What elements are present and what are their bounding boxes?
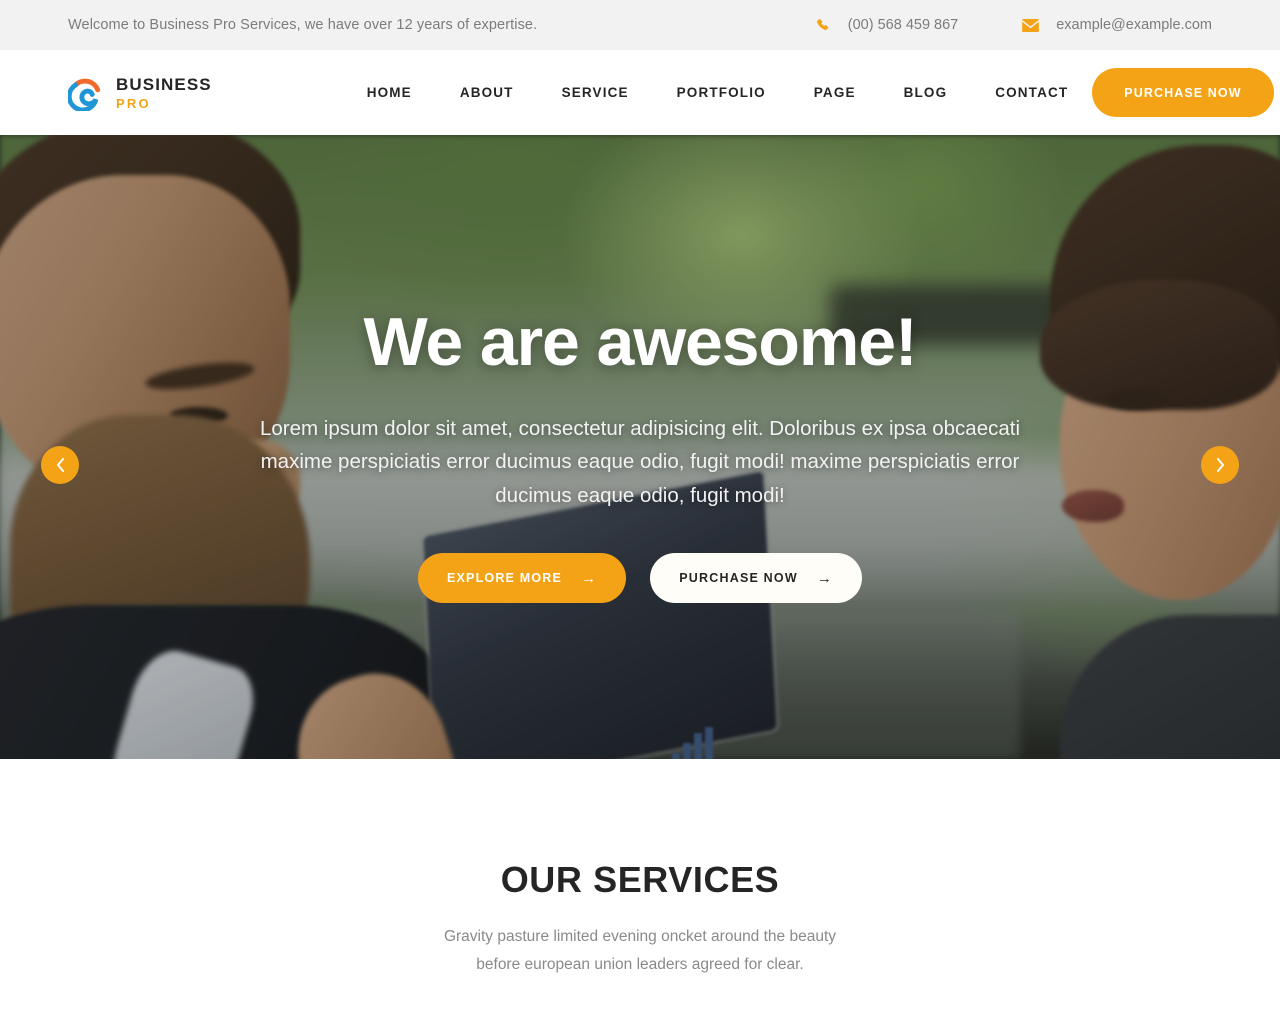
logo-name: BUSINESS (116, 74, 212, 94)
logo-swirl-icon (66, 75, 104, 112)
nav-item-service[interactable]: SERVICE (538, 85, 653, 100)
hero-description: Lorem ipsum dolor sit amet, consectetur … (260, 417, 1021, 507)
top-bar: Welcome to Business Pro Services, we hav… (0, 0, 1280, 50)
chevron-left-icon (56, 458, 65, 472)
chevron-right-icon (1216, 458, 1225, 472)
services-title: OUR SERVICES (500, 859, 780, 900)
nav-item-home[interactable]: HOME (343, 85, 436, 100)
hero-carousel: We are awesome! Lorem ipsum dolor sit am… (0, 135, 1280, 759)
arrow-right-icon: → (816, 569, 834, 587)
carousel-prev-button[interactable] (41, 446, 79, 484)
hero-action-buttons: EXPLORE MORE → PURCHASE NOW → (417, 553, 863, 604)
nav-item-portfolio[interactable]: PORTFOLIO (653, 85, 790, 100)
purchase-now-hero-button[interactable]: PURCHASE NOW → (650, 553, 863, 604)
services-section: OUR SERVICES Gravity pasture limited eve… (0, 759, 1280, 979)
carousel-next-button[interactable] (1201, 446, 1239, 484)
nav-item-contact[interactable]: CONTACT (971, 85, 1092, 100)
email-contact[interactable]: example@example.com (1022, 17, 1212, 33)
phone-icon (816, 18, 831, 33)
hero-title: We are awesome! (363, 304, 918, 380)
site-header: BUSINESS PRO HOME ABOUT SERVICE PORTFOLI… (0, 50, 1280, 135)
purchase-now-hero-label: PURCHASE NOW (679, 571, 798, 586)
logo[interactable]: BUSINESS PRO (66, 75, 212, 112)
explore-more-label: EXPLORE MORE (446, 571, 563, 586)
purchase-now-header-button[interactable]: PURCHASE NOW (1092, 68, 1274, 117)
services-subtitle: Gravity pasture limited evening oncket a… (443, 928, 837, 974)
logo-text: BUSINESS PRO (116, 76, 212, 110)
welcome-message: Welcome to Business Pro Services, we hav… (68, 17, 538, 33)
envelope-icon (1022, 18, 1040, 32)
logo-subtitle: PRO (116, 95, 151, 111)
main-navigation: HOME ABOUT SERVICE PORTFOLIO PAGE BLOG C… (343, 85, 1093, 100)
nav-item-about[interactable]: ABOUT (436, 85, 538, 100)
arrow-right-icon: → (581, 569, 598, 587)
nav-item-page[interactable]: PAGE (790, 85, 880, 100)
hero-content: We are awesome! Lorem ipsum dolor sit am… (0, 135, 1280, 759)
explore-more-button[interactable]: EXPLORE MORE → (417, 553, 627, 604)
nav-item-blog[interactable]: BLOG (880, 85, 972, 100)
topbar-contact-group: (00) 568 459 867 example@example.com (816, 17, 1212, 33)
phone-contact[interactable]: (00) 568 459 867 (816, 17, 958, 33)
email-address: example@example.com (1056, 17, 1212, 33)
phone-number: (00) 568 459 867 (847, 17, 959, 33)
